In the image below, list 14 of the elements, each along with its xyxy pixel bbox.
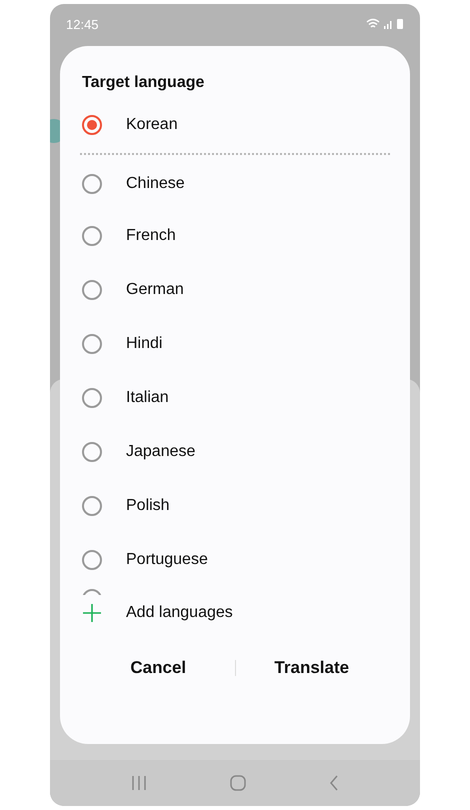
dialog-title: Target language bbox=[82, 74, 206, 93]
language-option[interactable]: Hindi bbox=[82, 317, 410, 371]
language-option[interactable]: Polish bbox=[82, 479, 410, 533]
language-option[interactable]: Japanese bbox=[82, 425, 410, 479]
add-languages-item[interactable]: Add languages bbox=[82, 589, 410, 637]
dialog-button[interactable]: Translate bbox=[236, 650, 388, 686]
language-option[interactable]: Italian bbox=[82, 371, 410, 425]
status-time: 12:45 bbox=[66, 16, 99, 32]
dialog-button[interactable]: Cancel bbox=[82, 650, 234, 686]
language-option[interactable]: Chinese bbox=[82, 159, 410, 209]
language-option[interactable]: Korean bbox=[82, 98, 410, 152]
language-option[interactable]: French bbox=[82, 209, 410, 263]
language-option[interactable]: German bbox=[82, 263, 410, 317]
language-option[interactable]: Portuguese bbox=[82, 533, 410, 587]
